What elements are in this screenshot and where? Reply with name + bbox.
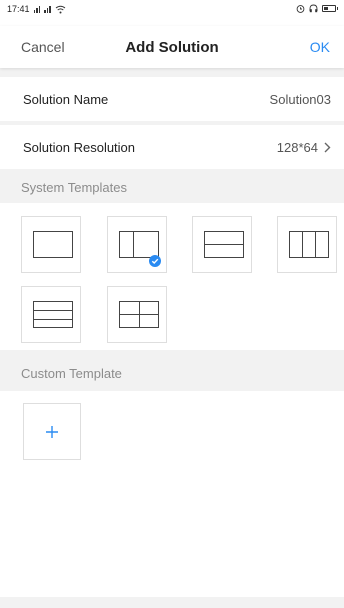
custom-template-panel: [0, 391, 344, 597]
signal-icon-2: [44, 5, 51, 13]
headphones-icon: [309, 4, 317, 13]
template-quad-grid[interactable]: [107, 286, 167, 343]
wifi-icon: [55, 5, 65, 13]
solution-resolution-label: Solution Resolution: [23, 139, 136, 155]
template-two-rows-shape: [204, 231, 244, 258]
plus-icon: [46, 425, 58, 438]
template-left-split[interactable]: [107, 216, 167, 273]
template-single-shape: [33, 231, 73, 258]
status-bar: 17:41: [0, 0, 344, 26]
template-three-columns[interactable]: [277, 216, 337, 273]
nav-bar: Cancel Add Solution OK: [0, 26, 344, 68]
template-left-split-shape: [119, 231, 159, 258]
template-three-rows[interactable]: [21, 286, 81, 343]
status-time: 17:41: [7, 4, 30, 14]
status-right: [296, 4, 338, 13]
template-three-rows-shape: [33, 301, 73, 328]
signal-icon: [33, 5, 41, 13]
solution-name-label: Solution Name: [23, 91, 109, 107]
status-left: 17:41: [7, 4, 66, 14]
template-three-columns-shape: [289, 231, 329, 258]
solution-resolution-value-group: 128*64: [277, 140, 331, 155]
chevron-right-icon: [324, 142, 331, 152]
ok-button[interactable]: OK: [310, 39, 330, 55]
system-templates-panel: [0, 203, 344, 350]
solution-name-value[interactable]: Solution03: [270, 92, 331, 107]
system-templates-label: System Templates: [21, 180, 127, 195]
add-custom-template-button[interactable]: [23, 403, 81, 460]
check-icon: [149, 255, 161, 267]
solution-name-row[interactable]: Solution Name Solution03: [0, 77, 344, 121]
cancel-button[interactable]: Cancel: [21, 39, 65, 55]
solution-resolution-row[interactable]: Solution Resolution 128*64: [0, 125, 344, 169]
battery-icon: [321, 5, 338, 12]
solution-resolution-value: 128*64: [276, 139, 318, 155]
template-two-rows[interactable]: [192, 216, 252, 273]
template-quad-grid-shape: [119, 301, 159, 328]
custom-template-label: Custom Template: [21, 366, 122, 381]
template-single[interactable]: [21, 216, 81, 273]
alarm-icon: [296, 5, 304, 13]
